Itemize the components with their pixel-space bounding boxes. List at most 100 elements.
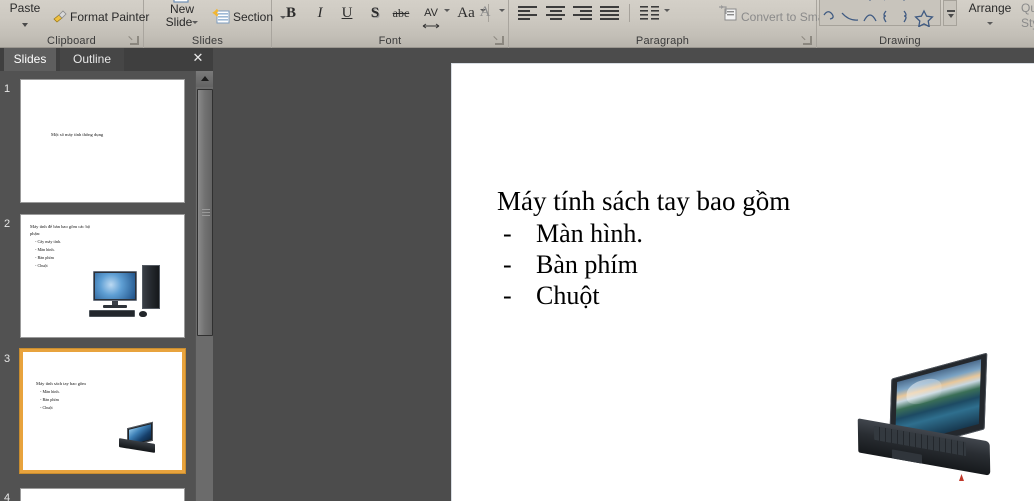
quick-styles-label-line2: Style bbox=[1021, 17, 1034, 30]
panel-tab-bar: Slides Outline ✕ bbox=[0, 48, 213, 71]
thumbnail-slide-2[interactable]: Máy tính để bàn bao gồm các bộ phận: - C… bbox=[20, 214, 185, 338]
quick-styles-button[interactable]: Quic Style bbox=[1021, 2, 1034, 30]
slide-editing-canvas[interactable]: Máy tính sách tay bao gồm -Màn hình. -Bà… bbox=[213, 48, 1034, 501]
thumb3-bullet-2: - Bàn phím bbox=[40, 397, 59, 402]
arrange-button[interactable]: Arrange bbox=[962, 2, 1018, 30]
thumbnail-slide-3[interactable]: Máy tính sách tay bao gồm - Màn hình. - … bbox=[20, 349, 185, 473]
ribbon-group-clipboard: Paste Format Painter Clipboard bbox=[0, 0, 144, 48]
font-dialog-launcher[interactable] bbox=[495, 36, 504, 45]
thumbnail-item-2[interactable]: 2 Máy tính để bàn bao gồm các bộ phận: -… bbox=[0, 214, 195, 340]
thumb2-bullet-3: - Bàn phím bbox=[35, 255, 54, 260]
group-label-drawing: Drawing bbox=[817, 35, 983, 47]
paragraph-dialog-launcher[interactable] bbox=[803, 36, 812, 45]
tab-slides-label: Slides bbox=[14, 52, 47, 66]
slides-panel: Slides Outline ✕ 1 Một số máy tính thông… bbox=[0, 48, 213, 501]
scrollbar-grip bbox=[202, 209, 210, 217]
group-label-clipboard: Clipboard bbox=[0, 35, 143, 47]
slide-bullet-1: -Màn hình. bbox=[497, 218, 1017, 249]
current-slide[interactable]: Máy tính sách tay bao gồm -Màn hình. -Bà… bbox=[451, 63, 1034, 501]
shapes-gallery-more-button[interactable] bbox=[943, 0, 957, 26]
italic-button[interactable]: I bbox=[309, 2, 331, 24]
panel-scrollbar[interactable] bbox=[195, 71, 213, 501]
slide-bullet-3: -Chuột bbox=[497, 280, 1017, 311]
character-spacing-caret[interactable] bbox=[444, 9, 450, 12]
tab-outline-label: Outline bbox=[73, 52, 111, 66]
thumb2-title: Máy tính để bàn bao gồm các bộ bbox=[30, 224, 90, 229]
character-spacing-arrow-icon bbox=[422, 16, 440, 22]
thumbnail-slide-4[interactable]: Máy tính bảng bao gồm bbox=[20, 488, 185, 501]
bullet-dash: - bbox=[503, 249, 536, 280]
format-painter-label: Format Painter bbox=[70, 10, 149, 24]
bullet-dash: - bbox=[503, 218, 536, 249]
thumbnail-item-4[interactable]: 4 Máy tính bảng bao gồm bbox=[0, 488, 195, 501]
thumb3-bullet-3: - Chuột bbox=[40, 405, 53, 410]
new-slide-label-line2: Slide bbox=[166, 16, 193, 29]
text-shadow-button[interactable]: S bbox=[364, 2, 386, 24]
tab-outline[interactable]: Outline bbox=[60, 48, 124, 71]
thumb2-bullet-4: - Chuột bbox=[35, 263, 48, 268]
thumb2-bullet-2: - Màn hình. bbox=[35, 247, 55, 252]
columns-icon[interactable] bbox=[640, 5, 660, 21]
paragraph-separator bbox=[629, 4, 630, 22]
arrange-label: Arrange bbox=[962, 2, 1018, 15]
bullet-dash: - bbox=[503, 280, 536, 311]
bullet-text: Bàn phím bbox=[536, 250, 638, 279]
scroll-up-arrow-icon[interactable] bbox=[196, 71, 214, 87]
slide-bullet-2: -Bàn phím bbox=[497, 249, 1017, 280]
thumbnail-number: 2 bbox=[4, 218, 10, 230]
thumbnail-number: 1 bbox=[4, 83, 10, 95]
format-painter-button[interactable]: Format Painter bbox=[70, 11, 149, 24]
bold-button[interactable]: B bbox=[280, 2, 302, 24]
section-icon bbox=[211, 8, 231, 26]
paste-button[interactable]: Paste bbox=[2, 2, 48, 31]
underline-button[interactable]: U bbox=[336, 2, 358, 24]
thumb3-title: Máy tính sách tay bao gồm bbox=[36, 381, 86, 386]
thumb2-title-line2: phận: bbox=[30, 231, 40, 236]
laptop-logo-icon bbox=[959, 474, 964, 481]
columns-caret[interactable] bbox=[664, 9, 670, 12]
thumb2-bullet-1: - Cây máy tính. bbox=[35, 239, 61, 244]
bullet-text: Màn hình. bbox=[536, 219, 643, 248]
ribbon-group-slides: New Slide Section Slides bbox=[144, 0, 272, 48]
ribbon-group-paragraph: Convert to SmartArt Paragraph bbox=[509, 0, 817, 48]
thumbnail-number: 4 bbox=[4, 492, 10, 501]
thumb3-bullet-1: - Màn hình. bbox=[40, 389, 60, 394]
arrange-caret[interactable] bbox=[987, 22, 993, 25]
bullet-text: Chuột bbox=[536, 281, 600, 310]
thumb1-title: Một số máy tính thông dụng bbox=[51, 132, 103, 137]
align-center-icon[interactable] bbox=[546, 6, 565, 21]
paste-label: Paste bbox=[10, 1, 41, 15]
font-color-letter: A bbox=[480, 4, 491, 20]
paste-dropdown-caret[interactable] bbox=[22, 23, 28, 27]
convert-to-smartart-icon bbox=[719, 5, 737, 21]
new-slide-dropdown-caret[interactable] bbox=[192, 21, 198, 24]
thumbnail-item-1[interactable]: 1 Một số máy tính thông dụng bbox=[0, 79, 195, 205]
laptop-photo[interactable] bbox=[852, 364, 1017, 489]
section-label: Section bbox=[233, 10, 273, 24]
font-color-button[interactable]: A bbox=[474, 2, 496, 24]
strikethrough-button[interactable]: abc bbox=[387, 2, 415, 24]
align-right-icon[interactable] bbox=[573, 6, 592, 21]
clipboard-dialog-launcher[interactable] bbox=[130, 36, 139, 45]
group-label-paragraph: Paragraph bbox=[509, 35, 816, 47]
slide-title-line: Máy tính sách tay bao gồm bbox=[497, 184, 1017, 218]
ribbon: Paste Format Painter Clipboard New Slide bbox=[0, 0, 1034, 48]
ribbon-group-drawing: Arrange Quic Style Drawing bbox=[817, 0, 1034, 48]
font-color-caret[interactable] bbox=[499, 9, 505, 12]
group-label-font: Font bbox=[272, 35, 508, 47]
scrollbar-thumb[interactable] bbox=[197, 89, 213, 336]
tab-slides[interactable]: Slides bbox=[4, 48, 56, 71]
quick-styles-label-line1: Quic bbox=[1021, 2, 1034, 15]
paintbrush-icon bbox=[52, 10, 68, 24]
align-left-icon[interactable] bbox=[518, 6, 537, 21]
new-slide-button[interactable]: New Slide bbox=[154, 3, 210, 29]
thumbnail-slide-1[interactable]: Một số máy tính thông dụng bbox=[20, 79, 185, 203]
justify-icon[interactable] bbox=[600, 6, 619, 21]
shapes-gallery[interactable] bbox=[819, 0, 941, 26]
slide-text-placeholder[interactable]: Máy tính sách tay bao gồm -Màn hình. -Bà… bbox=[497, 184, 1017, 311]
thumbnail-number: 3 bbox=[4, 353, 10, 365]
group-label-slides: Slides bbox=[144, 35, 271, 47]
thumbnail-item-3[interactable]: 3 Máy tính sách tay bao gồm - Màn hình. … bbox=[0, 349, 195, 479]
close-icon[interactable]: ✕ bbox=[191, 52, 205, 66]
thumbnail-list[interactable]: 1 Một số máy tính thông dụng 2 Máy tính … bbox=[0, 71, 195, 501]
